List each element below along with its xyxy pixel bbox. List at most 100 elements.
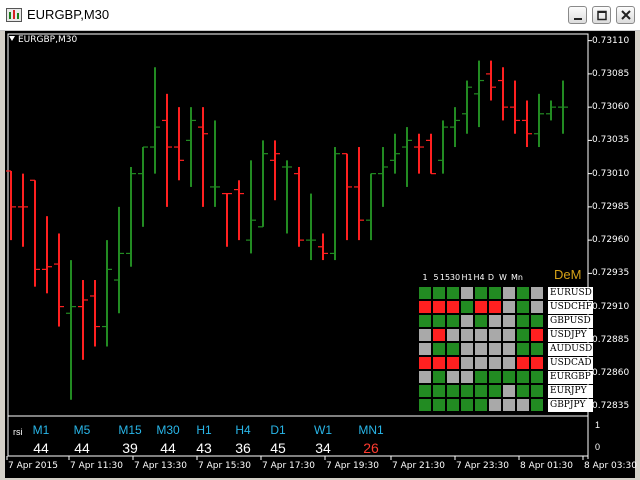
dem-signal-cell bbox=[475, 315, 487, 327]
dem-timeframe-header: 30 bbox=[449, 273, 461, 282]
rsi-value: 34 bbox=[315, 440, 331, 456]
dem-signal-cell bbox=[433, 357, 445, 369]
ohlc-bar bbox=[66, 260, 76, 400]
rsi-timeframe-label: M5 bbox=[73, 423, 91, 437]
dem-timeframe-header: H1 bbox=[461, 273, 473, 282]
ohlc-bar bbox=[342, 153, 352, 241]
dem-signal-cell bbox=[419, 399, 431, 411]
dem-signal-cell bbox=[503, 399, 515, 411]
chart-area[interactable]: EURGBP,M30 0.73110 0.73085 0.73060 0.73035 0… bbox=[5, 31, 637, 478]
dem-signal-cell bbox=[447, 385, 459, 397]
dem-signal-cell bbox=[489, 287, 501, 299]
dem-signal-cell bbox=[475, 329, 487, 341]
ohlc-bar bbox=[546, 100, 556, 121]
dem-signal-cell bbox=[475, 371, 487, 383]
dem-signal-cell bbox=[517, 301, 529, 313]
dem-signal-cell bbox=[531, 343, 543, 355]
dem-signal-cell bbox=[475, 287, 487, 299]
price-label: 0.72835 bbox=[592, 401, 630, 412]
ohlc-bar bbox=[510, 80, 520, 134]
dem-signal-cell bbox=[489, 329, 501, 341]
ohlc-bar bbox=[498, 67, 508, 121]
ohlc-bar bbox=[30, 179, 40, 287]
dem-signal-cell bbox=[433, 287, 445, 299]
dem-signal-cell bbox=[461, 301, 473, 313]
dem-signal-cell bbox=[489, 399, 501, 411]
dem-pair-label: USDCAD bbox=[548, 357, 593, 370]
dem-signal-cell bbox=[419, 329, 431, 341]
ohlc-bar bbox=[234, 180, 244, 241]
dem-signal-cell bbox=[419, 385, 431, 397]
price-label: 0.73110 bbox=[592, 35, 630, 46]
rsi-timeframe-label: H4 bbox=[235, 423, 251, 437]
dem-signal-cell bbox=[475, 385, 487, 397]
dem-signal-cell bbox=[461, 287, 473, 299]
dem-signal-cell bbox=[419, 301, 431, 313]
rsi-scale-top: 1 bbox=[595, 420, 601, 430]
ohlc-bar bbox=[126, 166, 136, 267]
ohlc-bar bbox=[54, 233, 64, 327]
ohlc-bar bbox=[186, 107, 196, 187]
time-label: 8 Apr 03:30 bbox=[584, 461, 637, 471]
ohlc-bar bbox=[294, 166, 304, 247]
ohlc-bar bbox=[306, 193, 316, 261]
ohlc-bar bbox=[222, 192, 232, 247]
time-label: 8 Apr 01:30 bbox=[520, 461, 573, 471]
rsi-scale-bottom: 0 bbox=[595, 442, 601, 452]
ohlc-bar bbox=[162, 93, 172, 207]
dem-signal-cell bbox=[447, 343, 459, 355]
dem-pair-label: USDCHF bbox=[548, 301, 593, 314]
dem-signal-cell bbox=[433, 329, 445, 341]
rsi-timeframe-label: M15 bbox=[118, 423, 142, 437]
chart-symbol-label[interactable]: EURGBP,M30 bbox=[9, 35, 77, 45]
ohlc-bar bbox=[426, 133, 436, 175]
dem-signal-cell bbox=[517, 357, 529, 369]
maximize-button[interactable] bbox=[592, 6, 611, 24]
dem-pair-label: EURGBP bbox=[548, 371, 593, 384]
time-label: 7 Apr 11:30 bbox=[70, 461, 123, 471]
dem-signal-cell bbox=[447, 399, 459, 411]
dem-signal-cell bbox=[461, 329, 473, 341]
minimize-icon bbox=[574, 18, 582, 20]
ohlc-bar bbox=[198, 107, 208, 207]
rsi-value: 44 bbox=[160, 440, 176, 456]
ohlc-bar bbox=[270, 140, 280, 201]
ohlc-bar bbox=[522, 100, 532, 148]
window-title-bar[interactable]: EURGBP,M30 bbox=[0, 0, 640, 31]
dem-signal-cell bbox=[531, 371, 543, 383]
ohlc-bar bbox=[450, 107, 460, 148]
window-title: EURGBP,M30 bbox=[27, 7, 110, 22]
dem-signal-cell bbox=[531, 329, 543, 341]
dem-signal-cell bbox=[475, 399, 487, 411]
ohlc-bar bbox=[390, 133, 400, 174]
price-label: 0.72960 bbox=[592, 235, 630, 246]
rsi-timeframe-label: H1 bbox=[196, 423, 212, 437]
ohlc-bar bbox=[378, 147, 388, 207]
dem-signal-cell bbox=[419, 357, 431, 369]
price-label: 0.73060 bbox=[592, 102, 630, 113]
price-label: 0.73035 bbox=[592, 135, 630, 146]
close-button[interactable] bbox=[616, 6, 635, 24]
maximize-icon bbox=[597, 10, 607, 21]
rsi-timeframe-label: MN1 bbox=[358, 423, 384, 437]
ohlc-bar bbox=[90, 280, 100, 347]
ohlc-bar bbox=[330, 147, 340, 261]
price-label: 0.72935 bbox=[592, 268, 630, 279]
time-label: 7 Apr 23:30 bbox=[456, 461, 509, 471]
dem-signal-cell bbox=[447, 287, 459, 299]
dem-signal-cell bbox=[531, 301, 543, 313]
ohlc-bar bbox=[558, 80, 568, 134]
dem-timeframe-header: Mn bbox=[511, 273, 523, 282]
dem-pair-label: GBPJPY bbox=[548, 399, 593, 412]
chart-window-icon bbox=[6, 8, 22, 22]
minimize-button[interactable] bbox=[568, 6, 587, 24]
dem-signal-cell bbox=[517, 329, 529, 341]
rsi-timeframe-label: W1 bbox=[314, 423, 332, 437]
dem-signal-cell bbox=[503, 371, 515, 383]
ohlc-bar bbox=[246, 160, 256, 254]
dem-signal-cell bbox=[447, 357, 459, 369]
dem-signal-cell bbox=[489, 301, 501, 313]
dem-signal-cell bbox=[461, 399, 473, 411]
price-label: 0.72985 bbox=[592, 201, 630, 212]
dem-signal-cell bbox=[503, 329, 515, 341]
